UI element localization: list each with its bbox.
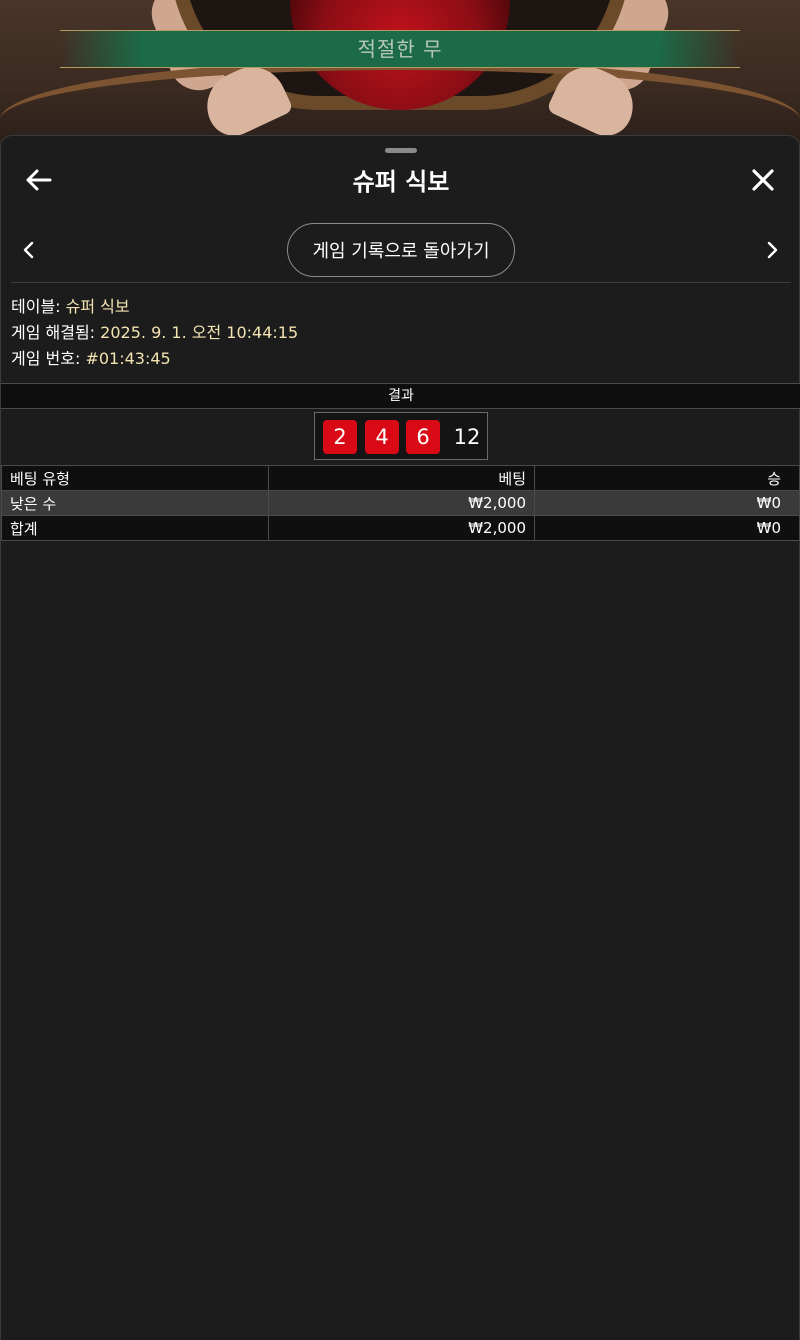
previous-game-button[interactable] <box>11 230 47 270</box>
game-details-sheet: 슈퍼 식보 게임 기록으로 돌아가기 테이블: 슈퍼 식보 게임 해결됨: 20 <box>0 135 800 1340</box>
die-2: 4 <box>365 420 399 454</box>
dice-total: 12 <box>453 425 481 449</box>
die-1: 2 <box>323 420 357 454</box>
sheet-drag-handle[interactable] <box>385 148 417 153</box>
game-number-value: #01:43:45 <box>85 349 171 368</box>
result-header: 결과 <box>1 383 800 409</box>
sheet-header: 슈퍼 식보 <box>1 158 800 202</box>
header-win: 승 <box>534 465 800 491</box>
sheet-title: 슈퍼 식보 <box>352 168 450 196</box>
resolved-value: 2025. 9. 1. 오전 10:44:15 <box>100 323 299 342</box>
table-row: 낮은 수 ₩2,000 ₩0 <box>1 490 800 516</box>
table-label: 테이블: <box>11 297 61 316</box>
resolved-label: 게임 해결됨: <box>11 323 96 342</box>
game-navigation: 게임 기록으로 돌아가기 <box>1 222 800 278</box>
back-to-history-button[interactable]: 게임 기록으로 돌아가기 <box>287 223 515 277</box>
total-bet-cell: ₩2,000 <box>268 515 535 541</box>
table-info-row: 테이블: 슈퍼 식보 <box>11 294 298 320</box>
header-bet: 베팅 <box>268 465 535 491</box>
bet-amount-cell: ₩2,000 <box>268 490 535 516</box>
game-number-row: 게임 번호: #01:43:45 <box>11 346 298 372</box>
table-value: 슈퍼 식보 <box>65 297 130 316</box>
total-row: 합계 ₩2,000 ₩0 <box>1 515 800 541</box>
chevron-right-icon <box>767 241 778 259</box>
close-button[interactable] <box>743 160 783 200</box>
resolved-info-row: 게임 해결됨: 2025. 9. 1. 오전 10:44:15 <box>11 320 298 346</box>
table-header-row: 베팅 유형 베팅 승 <box>1 465 800 491</box>
header-bet-type: 베팅 유형 <box>1 465 269 491</box>
next-game-button[interactable] <box>754 230 790 270</box>
result-area: 2 4 6 12 <box>1 409 800 466</box>
game-status-text: 적절한 무 <box>357 37 443 61</box>
section-divider <box>11 282 791 283</box>
bet-type-cell: 낮은 수 <box>1 490 269 516</box>
die-3: 6 <box>406 420 440 454</box>
total-win-cell: ₩0 <box>534 515 800 541</box>
game-number-label: 게임 번호: <box>11 349 81 368</box>
game-status-banner: 적절한 무 <box>60 30 740 68</box>
bets-table: 베팅 유형 베팅 승 낮은 수 ₩2,000 ₩0 합계 ₩2,000 ₩0 <box>1 465 800 541</box>
chevron-left-icon <box>23 241 34 259</box>
live-video-background: 적절한 무 <box>0 0 800 150</box>
dice-result: 2 4 6 12 <box>314 412 488 460</box>
win-amount-cell: ₩0 <box>534 490 800 516</box>
game-info: 테이블: 슈퍼 식보 게임 해결됨: 2025. 9. 1. 오전 10:44:… <box>11 294 298 372</box>
close-icon <box>752 169 774 191</box>
total-label-cell: 합계 <box>1 515 269 541</box>
